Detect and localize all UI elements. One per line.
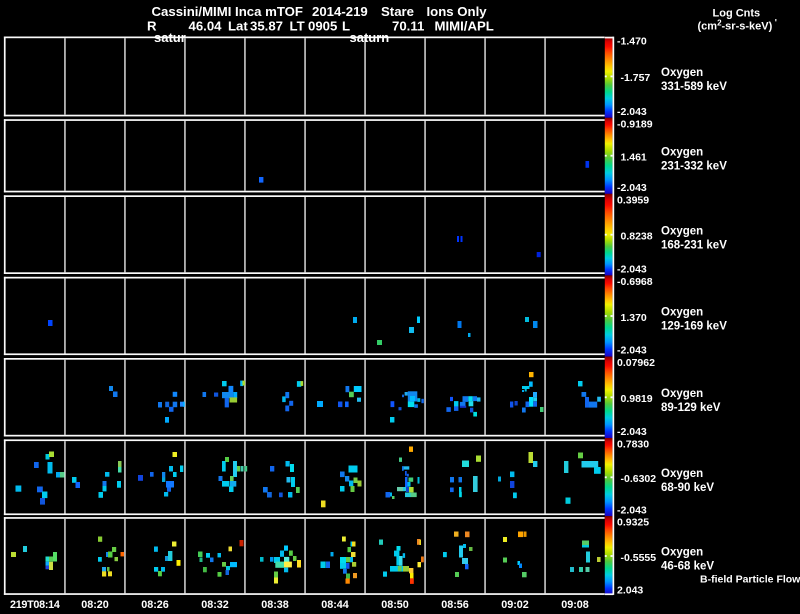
svg-text:70.11: 70.11 [392,19,424,34]
svg-text:-2.043: -2.043 [617,505,647,517]
svg-text:331-589 keV: 331-589 keV [661,81,727,93]
svg-text:-2.043: -2.043 [617,426,647,438]
svg-text:68-90 keV: 68-90 keV [661,482,714,494]
svg-text:Oxygen: Oxygen [661,388,703,400]
svg-text:1.370: 1.370 [621,312,647,324]
svg-text:08:20: 08:20 [81,599,109,609]
svg-text:08:50: 08:50 [381,599,409,609]
svg-text:Ions Only: Ions Only [427,4,488,19]
svg-text:0.07962: 0.07962 [617,357,655,369]
svg-text:Cassini/MIMI Inca mTOF: Cassini/MIMI Inca mTOF [152,4,303,19]
svg-text:08:26: 08:26 [141,599,169,609]
svg-text:2.043: 2.043 [617,584,643,596]
svg-text:08:56: 08:56 [441,599,469,609]
svg-text:46-68 keV: 46-68 keV [661,561,714,573]
svg-text:08:44: 08:44 [321,599,349,609]
svg-text:0.9325: 0.9325 [617,516,649,528]
svg-text:satur: satur [154,30,186,45]
svg-text:-1.470: -1.470 [617,36,647,48]
svg-text:35.87: 35.87 [250,19,283,34]
svg-text:0.7830: 0.7830 [617,439,649,451]
svg-text:219T08:14: 219T08:14 [10,599,60,609]
svg-text:Oxygen: Oxygen [661,225,703,237]
svg-text:46.04: 46.04 [189,19,223,34]
svg-text:Oxygen: Oxygen [661,547,703,559]
svg-text:09:08: 09:08 [561,599,589,609]
svg-text:-0.6302: -0.6302 [621,473,657,485]
svg-text:Oxygen: Oxygen [661,468,703,480]
svg-text:-0.6968: -0.6968 [617,276,653,288]
svg-text:Oxygen: Oxygen [661,67,703,79]
svg-text:0.8238: 0.8238 [621,231,653,243]
svg-text:-2.043: -2.043 [617,264,647,276]
svg-text:129-169 keV: 129-169 keV [661,321,727,333]
svg-text:-2.043: -2.043 [617,345,647,357]
svg-text:-0.5555: -0.5555 [621,552,657,564]
svg-text:Oxygen: Oxygen [661,146,703,158]
svg-text:-2.043: -2.043 [617,106,647,118]
svg-text:0.9819: 0.9819 [621,393,653,405]
svg-text:Oxygen: Oxygen [661,307,703,319]
svg-text:231-332 keV: 231-332 keV [661,160,727,172]
svg-text:Lat: Lat [228,19,248,34]
svg-text:saturn: saturn [350,30,390,45]
svg-text:MIMI/APL: MIMI/APL [435,19,494,34]
svg-text:Stare: Stare [381,4,414,19]
svg-text:168-231 keV: 168-231 keV [661,239,727,251]
svg-text:09:02: 09:02 [501,599,529,609]
svg-text:0905: 0905 [308,19,337,34]
svg-text:-1.757: -1.757 [621,72,651,84]
svg-text:B-field Particle Flow: B-field Particle Flow [700,574,800,586]
svg-text:08:38: 08:38 [261,599,289,609]
svg-text:LT: LT [290,19,305,34]
svg-text:-0.9189: -0.9189 [617,118,653,130]
svg-text:89-129 keV: 89-129 keV [661,402,721,414]
svg-text:0.3959: 0.3959 [617,195,649,207]
svg-text:(cm2-sr-s-keV) ': (cm2-sr-s-keV) ' [698,18,777,33]
svg-text:08:32: 08:32 [201,599,229,609]
svg-text:2014-219: 2014-219 [312,4,368,19]
svg-text:1.461: 1.461 [621,152,647,164]
svg-text:-2.043: -2.043 [617,182,647,194]
